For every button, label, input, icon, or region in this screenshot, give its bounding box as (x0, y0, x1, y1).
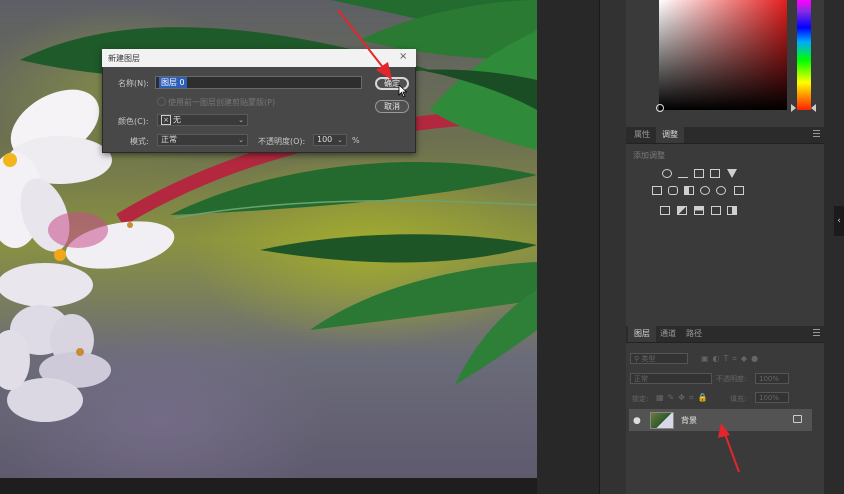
mode-select[interactable]: 正常 ⌄ (157, 134, 248, 146)
color-select-value: 无 (173, 115, 181, 125)
hue-slider-right-arrow[interactable] (811, 104, 816, 112)
clipping-mask-label: 使用前一图层创建剪贴蒙版(P) (168, 98, 276, 107)
panel-menu-icon[interactable] (813, 329, 820, 330)
vibrance-icon[interactable] (727, 169, 737, 178)
layers-panel-header: 图层 通道 路径 (626, 326, 824, 343)
opacity-label: 不透明度(O): (258, 137, 306, 146)
lock-label: 锁定: (632, 395, 649, 403)
opacity-input-value: 100 (317, 135, 333, 144)
cancel-button[interactable]: 取消 (375, 100, 409, 113)
name-label: 名称(N): (118, 79, 149, 88)
eye-icon[interactable]: ● (633, 416, 641, 426)
channel-mixer-icon[interactable] (716, 186, 726, 195)
curves-icon[interactable] (694, 169, 704, 178)
chevron-down-icon: ⌄ (238, 116, 244, 124)
layer-opacity-field[interactable]: 100% (755, 373, 789, 384)
layer-filter-value: 类型 (641, 355, 656, 363)
mode-select-value: 正常 (161, 135, 177, 144)
color-field[interactable] (659, 0, 787, 110)
layer-filter-select[interactable]: ⚲ 类型 (630, 353, 688, 364)
tab-properties[interactable]: 属性 (628, 127, 656, 143)
levels-icon[interactable] (678, 169, 688, 178)
no-color-swatch-icon: × (161, 115, 171, 125)
color-field-cursor[interactable] (656, 104, 664, 112)
hue-saturation-icon[interactable] (652, 186, 662, 195)
panel-dock-divider (599, 0, 627, 494)
lock-icons[interactable]: ▦✎✥⌗🔒 (656, 393, 711, 403)
adjustments-panel-header: 属性 调整 (626, 127, 824, 144)
layer-thumbnail (650, 412, 674, 429)
mode-label: 模式: (130, 137, 149, 146)
chevron-down-icon: ⌄ (337, 136, 343, 144)
name-input-value: 图层 0 (159, 77, 187, 88)
exposure-icon[interactable] (710, 169, 720, 178)
layer-name[interactable]: 背景 (681, 415, 697, 426)
threshold-icon[interactable] (694, 206, 704, 215)
gradient-map-icon[interactable] (711, 206, 721, 215)
black-white-icon[interactable] (684, 186, 694, 195)
hue-slider-left-arrow[interactable] (791, 104, 796, 112)
opacity-input[interactable]: 100 ⌄ (313, 134, 347, 146)
right-dock-edge (824, 0, 844, 494)
layer-opacity-label: 不透明度: (716, 375, 747, 383)
photo-filter-icon[interactable] (700, 186, 710, 195)
brightness-icon[interactable] (662, 169, 672, 178)
color-balance-icon[interactable] (668, 186, 678, 195)
layer-filter-icons[interactable]: ▣◐T⌗◆● (701, 354, 762, 364)
tab-adjustments[interactable]: 调整 (656, 127, 684, 143)
lock-icon[interactable] (793, 415, 802, 423)
dialog-title: 新建图层 (108, 54, 140, 63)
hue-slider[interactable] (797, 0, 811, 110)
chevron-down-icon: ⌄ (238, 136, 244, 144)
clipping-mask-checkbox[interactable] (157, 97, 166, 106)
close-icon[interactable]: × (399, 51, 407, 62)
tab-layers[interactable]: 图层 (628, 326, 656, 342)
fill-field[interactable]: 100% (755, 392, 789, 403)
tab-channels[interactable]: 通道 (654, 326, 682, 342)
invert-icon[interactable] (660, 206, 670, 215)
tab-paths[interactable]: 路径 (680, 326, 708, 342)
posterize-icon[interactable] (677, 206, 687, 215)
annotation-arrow-icon (718, 423, 740, 473)
status-strip (0, 478, 620, 494)
annotation-arrow-icon (337, 9, 392, 80)
pasteboard (537, 0, 599, 494)
blend-mode-select[interactable]: 正常 (630, 373, 712, 384)
opacity-unit: % (352, 136, 360, 145)
collapse-chevron-icon[interactable]: ‹ (834, 206, 844, 236)
color-lookup-icon[interactable] (734, 186, 744, 195)
selective-color-icon[interactable] (727, 206, 737, 215)
adjustments-subtitle: 添加调整 (633, 151, 665, 160)
fill-label: 填充: (730, 395, 747, 403)
panel-menu-icon[interactable] (813, 130, 820, 131)
color-select[interactable]: × 无 ⌄ (157, 114, 248, 126)
color-label: 颜色(C): (118, 117, 149, 126)
